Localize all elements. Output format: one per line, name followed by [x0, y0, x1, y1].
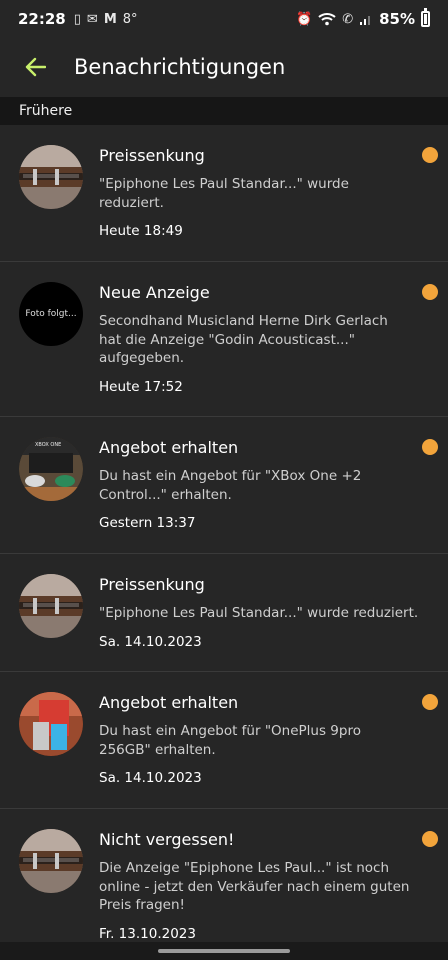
unread-dot: [422, 284, 438, 300]
unread-dot: [422, 439, 438, 455]
notification-title: Nicht vergessen!: [99, 830, 235, 849]
status-temp: 8°: [122, 11, 138, 27]
status-time: 22:28: [18, 10, 66, 28]
unread-dot: [422, 694, 438, 710]
notification-title: Angebot erhalten: [99, 693, 239, 712]
gmail-icon: M: [103, 11, 117, 27]
unread-dot: [422, 147, 438, 163]
thumbnail-guitar-image: [19, 574, 83, 638]
notification-item[interactable]: Preissenkung "Epiphone Les Paul Standar.…: [0, 125, 448, 262]
notification-time: Gestern 13:37: [99, 515, 196, 531]
back-arrow-icon: [25, 57, 46, 77]
home-gesture-pill[interactable]: [158, 949, 290, 953]
app-bar: Benachrichtigungen: [0, 38, 448, 96]
notification-time: Heute 18:49: [99, 223, 183, 239]
gesture-nav-bar: [0, 942, 448, 960]
call-icon: ✆: [342, 11, 354, 27]
notification-text: Du hast ein Angebot für "XBox One +2 Con…: [99, 468, 362, 503]
alarm-icon: ⏰: [296, 11, 313, 27]
notification-item[interactable]: XBOX ONE Angebot erhalten Du hast ein An…: [0, 417, 448, 554]
thumbnail-phone-image: [19, 692, 83, 756]
notification-item[interactable]: Angebot erhalten Du hast ein Angebot für…: [0, 672, 448, 809]
notification-time: Fr. 13.10.2023: [99, 925, 196, 942]
section-label: Frühere: [19, 103, 73, 119]
notification-title: Angebot erhalten: [99, 438, 239, 457]
notification-time: Heute 17:52: [99, 378, 183, 395]
wifi-icon: [318, 13, 336, 26]
notification-text: Die Anzeige "Epiphone Les Paul..." ist n…: [99, 860, 410, 913]
page-title: Benachrichtigungen: [74, 55, 286, 79]
tablet-icon: ▯: [73, 11, 81, 27]
notification-title: Neue Anzeige: [99, 283, 210, 302]
notification-item[interactable]: Nicht vergessen! Die Anzeige "Epiphone L…: [0, 809, 448, 944]
notification-text: Du hast ein Angebot für "OnePlus 9pro 25…: [99, 723, 361, 758]
xbox-label: XBOX ONE: [35, 442, 62, 448]
notification-item[interactable]: Foto folgt... Neue Anzeige Secondhand Mu…: [0, 262, 448, 417]
thumbnail-guitar-image: [19, 145, 83, 209]
signal-icon: [360, 16, 371, 25]
notification-text: "Epiphone Les Paul Standar..." wurde red…: [99, 176, 349, 211]
battery-percent: 85%: [379, 10, 415, 28]
status-right: ⏰ ✆ 85%: [296, 8, 430, 28]
notification-title: Preissenkung: [99, 146, 205, 165]
photo-pending-label: Foto folgt...: [25, 309, 77, 319]
notification-list: Preissenkung "Epiphone Les Paul Standar.…: [0, 125, 448, 944]
status-bar: 22:28 ▯ ✉ M 8° ⏰ ✆ 85%: [0, 0, 448, 38]
unread-dot: [422, 831, 438, 847]
thumbnail-guitar-image: [19, 829, 83, 893]
notification-text: Secondhand Musicland Herne Dirk Gerlach …: [99, 313, 388, 366]
mail-icon: ✉: [86, 11, 98, 27]
section-header: Frühere: [0, 97, 448, 125]
battery-icon: [421, 8, 430, 27]
status-left: 22:28 ▯ ✉ M 8°: [18, 10, 138, 28]
notification-time: Sa. 14.10.2023: [99, 770, 202, 786]
notification-text: "Epiphone Les Paul Standar..." wurde red…: [99, 605, 419, 621]
notification-item[interactable]: Preissenkung "Epiphone Les Paul Standar.…: [0, 554, 448, 672]
notification-title: Preissenkung: [99, 575, 205, 594]
back-button[interactable]: [18, 50, 52, 84]
thumbnail-xbox-image: XBOX ONE: [19, 437, 83, 501]
notification-time: Sa. 14.10.2023: [99, 633, 202, 650]
thumbnail-placeholder-image: Foto folgt...: [19, 282, 83, 346]
